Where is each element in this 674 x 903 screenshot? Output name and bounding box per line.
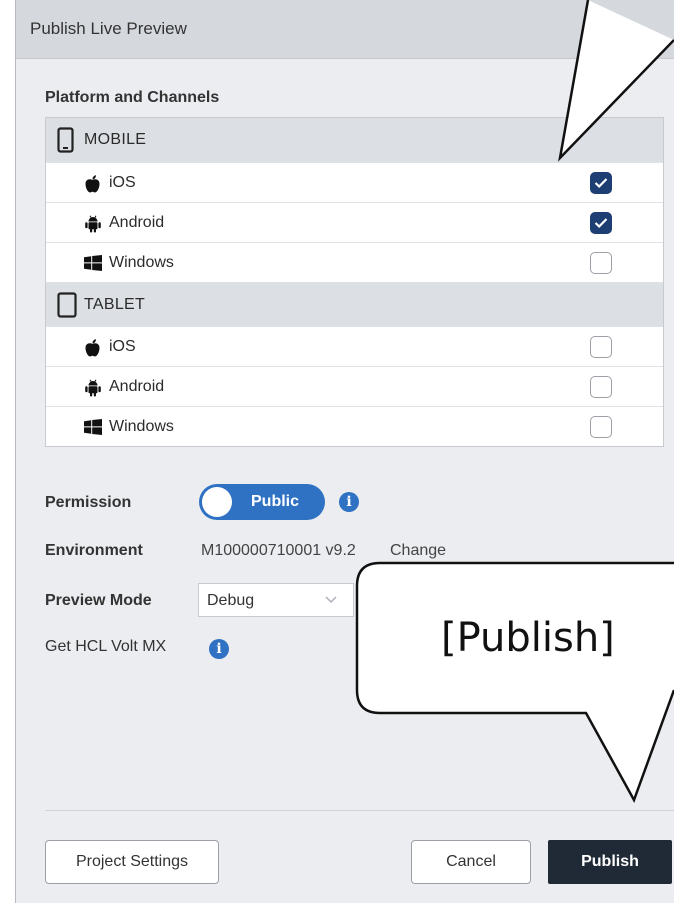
top-callout-pointer: [558, 0, 674, 162]
publish-callout-bubble: [355, 561, 674, 804]
callout-overlay: [355, 0, 674, 804]
callout-text: [Publish]: [441, 615, 615, 661]
